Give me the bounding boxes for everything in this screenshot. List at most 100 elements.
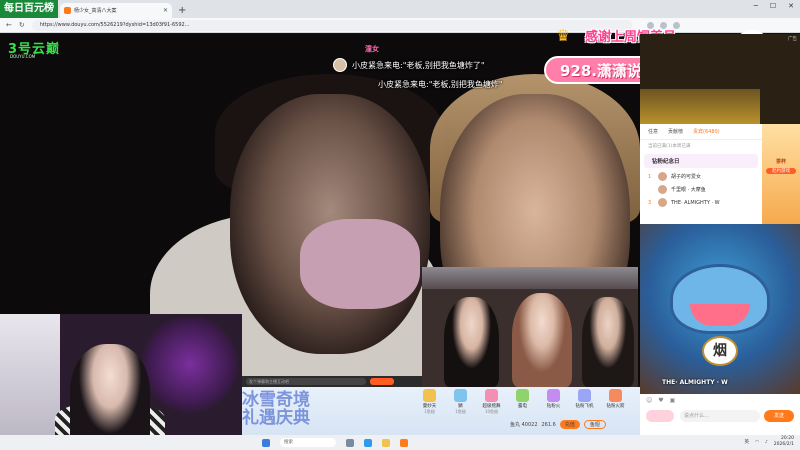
- rank-number: 3: [648, 199, 652, 206]
- event-banner-text[interactable]: 冰雪奇境 礼遇庆典: [242, 391, 312, 427]
- back-icon[interactable]: ←: [6, 21, 12, 29]
- danmu-input[interactable]: 发个弹幕和主播互动吧: [246, 378, 366, 385]
- gift-name: 露电: [518, 404, 527, 409]
- gift-name: 钻粉火箭: [606, 404, 625, 409]
- fish-ball-balance: 鱼丸 40022: [510, 422, 538, 428]
- gift-item[interactable]: 钻粉飞机: [572, 389, 597, 415]
- gift-item[interactable]: 钻粉火箭: [603, 389, 628, 415]
- gift-item[interactable]: 超级摇舞 10鱼翅: [479, 389, 504, 415]
- chat-input[interactable]: 说点什么...: [680, 410, 760, 422]
- gift-icon: [454, 389, 467, 402]
- gift-price: 1鱼翅: [424, 409, 435, 414]
- rank-badge: 每日百元榜: [0, 0, 58, 18]
- rank-user-name: 胡子的可爱女: [671, 174, 702, 180]
- side-promo[interactable]: 茶杯 赴约游戏: [762, 124, 800, 224]
- fish-fin-button[interactable]: 鱼翅: [583, 420, 606, 429]
- fan-badge[interactable]: [646, 410, 674, 422]
- input-language[interactable]: 英: [744, 439, 749, 445]
- browser-tab[interactable]: 杨少女_高清八大案 ✕: [60, 3, 172, 18]
- browser-icon[interactable]: [364, 438, 372, 447]
- close-tab-icon[interactable]: ✕: [163, 7, 168, 14]
- app-icon[interactable]: [400, 438, 408, 447]
- send-button[interactable]: 发送: [764, 410, 794, 422]
- emoji-icon[interactable]: ☺: [646, 397, 652, 404]
- gift-icon: [609, 389, 622, 402]
- avatar: [658, 198, 667, 207]
- ad-image: [640, 89, 760, 124]
- taskbar-search[interactable]: 搜索: [280, 438, 336, 447]
- background-light: [140, 314, 240, 414]
- start-icon[interactable]: [262, 438, 270, 447]
- rank-user-name: THE· ALMIGHTY · W: [671, 199, 720, 206]
- gift-item[interactable]: 鳞 1鱼翅: [448, 389, 473, 415]
- danmu-avatar: [333, 58, 347, 72]
- avatar: [658, 172, 667, 181]
- new-tab-button[interactable]: +: [178, 3, 186, 18]
- pip-camera-left: [0, 314, 242, 450]
- pip-figure: [444, 297, 499, 387]
- recharge-button[interactable]: 充值: [559, 420, 580, 429]
- rank-list-title: 钻粉纪念日: [644, 154, 758, 168]
- tab-contribution[interactable]: 贡献榜: [668, 128, 683, 135]
- rank-hint: 当前已满(1)本周已满: [648, 144, 691, 149]
- close-window-icon[interactable]: ✕: [788, 2, 794, 10]
- chat-input-area: ☺ ♥ ▣ 说点什么... 发送: [640, 394, 800, 435]
- pip-figure: [512, 293, 572, 387]
- system-tray: 英 ◠ ♪ 20:20 2026/2/1: [744, 436, 794, 448]
- clock-date: 2026/2/1: [773, 442, 794, 447]
- avatar: [658, 185, 667, 194]
- game-user: THE· ALMIGHTY · W: [662, 379, 728, 386]
- promo-title: 茶杯: [775, 159, 786, 165]
- folder-icon[interactable]: [382, 438, 390, 447]
- window-controls: ─ ☐ ✕: [754, 2, 794, 10]
- maximize-icon[interactable]: ☐: [770, 2, 776, 10]
- gift-icon: [578, 389, 591, 402]
- gift-price: 10鱼翅: [484, 409, 499, 414]
- gift-panel: 冰雪奇境 礼遇庆典 曼妙天 1鱼翅 鳞 1鱼翅 超级摇舞 10鱼翅 露电 钻粉火…: [242, 387, 640, 435]
- gift-name: 钻粉飞机: [575, 404, 594, 409]
- danmu-sender: 潼女: [365, 45, 379, 53]
- rank-row[interactable]: 3 THE· ALMIGHTY · W: [640, 196, 762, 209]
- gift-icon: [423, 389, 436, 402]
- sidebar-ad[interactable]: 广告: [640, 34, 800, 124]
- browser-tabbar: 杨少女_高清八大案 ✕ + ─ ☐ ✕: [0, 0, 800, 18]
- minimize-icon[interactable]: ─: [754, 2, 758, 10]
- gift-item[interactable]: 露电: [510, 389, 535, 415]
- background-shelf: [0, 314, 60, 450]
- gift-name: 钻粉火: [546, 404, 561, 409]
- volume-icon[interactable]: ♪: [765, 440, 768, 445]
- wallet: 鱼丸 40022 261.6 充值 鱼翅: [510, 420, 606, 429]
- promo-subtitle: 赴约游戏: [766, 168, 796, 174]
- refresh-icon[interactable]: ↻: [19, 21, 25, 29]
- gift-item[interactable]: 曼妙天 1鱼翅: [417, 389, 442, 415]
- fan-badge-icon[interactable]: ♥: [658, 397, 663, 404]
- ad-label: 广告: [788, 37, 797, 42]
- taskbar: 搜索 英 ◠ ♪ 20:20 2026/2/1: [0, 435, 800, 450]
- gift-item[interactable]: 钻粉火: [541, 389, 566, 415]
- rank-user-name: 千里眼 · 大摩鱼: [671, 187, 706, 193]
- rank-row[interactable]: 1 胡子的可爱女: [640, 170, 762, 183]
- game-token: 烟: [702, 336, 738, 366]
- tab-any[interactable]: 任意: [648, 128, 658, 135]
- crown-icon: ♛: [556, 26, 571, 45]
- wifi-icon[interactable]: ◠: [755, 440, 759, 445]
- chat-tools: ☺ ♥ ▣: [640, 394, 800, 407]
- gift-list: 曼妙天 1鱼翅 鳞 1鱼翅 超级摇舞 10鱼翅 露电 钻粉火 钻粉飞机 钻粉火箭: [417, 389, 628, 415]
- gift-box-icon[interactable]: ▣: [670, 397, 676, 404]
- game-widget[interactable]: 烟 THE· ALMIGHTY · W: [640, 224, 800, 394]
- gift-icon: [516, 389, 529, 402]
- gift-price: 1鱼翅: [455, 409, 466, 414]
- danmu-input-bar: 发个弹幕和主播互动吧: [242, 376, 422, 387]
- rank-number: 1: [648, 173, 652, 180]
- rank-row[interactable]: 千里眼 · 大摩鱼: [640, 183, 762, 196]
- taskview-icon[interactable]: [346, 438, 354, 447]
- douyu-favicon-icon: [64, 7, 71, 14]
- pip-figure: [582, 297, 634, 387]
- tab-vip[interactable]: 贵宾(6480): [693, 128, 720, 135]
- danmu-send-button[interactable]: [370, 378, 394, 385]
- clock[interactable]: 20:20 2026/2/1: [774, 436, 794, 448]
- tab-title: 杨少女_高清八大案: [74, 8, 117, 14]
- gift-icon: [485, 389, 498, 402]
- screen: 杨少女_高清八大案 ✕ + ─ ☐ ✕ 每日百元榜 ← ↻ https://ww…: [0, 0, 800, 450]
- background-shelf: [422, 267, 638, 289]
